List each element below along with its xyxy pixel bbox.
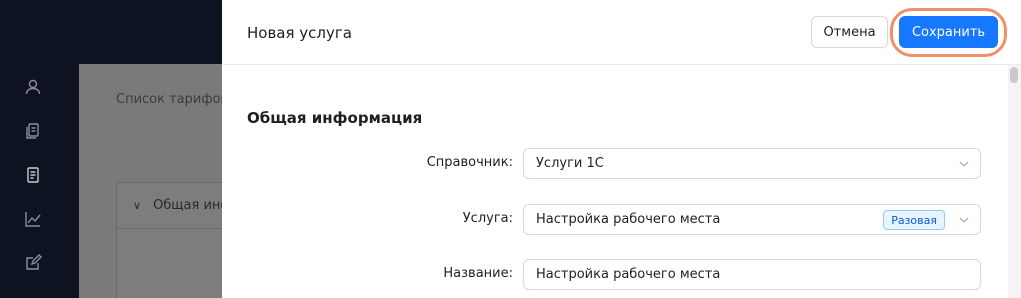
- breadcrumb: Список тарифов: [116, 92, 229, 107]
- name-value: Настройка рабочего места: [536, 267, 721, 282]
- one-time-tag: Разовая: [883, 210, 945, 230]
- user-icon[interactable]: [24, 78, 42, 96]
- name-input[interactable]: Настройка рабочего места: [523, 259, 981, 290]
- cancel-button[interactable]: Отмена: [811, 16, 888, 48]
- service-value: Настройка рабочего места: [536, 212, 721, 227]
- drawer-title: Новая услуга: [247, 24, 352, 42]
- save-button[interactable]: Сохранить: [899, 16, 998, 48]
- directory-select[interactable]: Услуги 1С: [523, 148, 981, 179]
- service-label: Услуга:: [462, 211, 513, 226]
- sidebar: [0, 0, 79, 298]
- directory-label: Справочник:: [426, 155, 513, 170]
- scrollbar[interactable]: [1008, 65, 1021, 298]
- edit-icon[interactable]: [24, 254, 42, 272]
- directory-value: Услуги 1С: [536, 156, 604, 171]
- name-label: Название:: [443, 266, 513, 281]
- new-service-drawer: Новая услуга Отмена Сохранить Общая инфо…: [222, 0, 1021, 298]
- chevron-down-icon: ∨: [133, 199, 142, 212]
- scrollbar-thumb[interactable]: [1010, 67, 1018, 83]
- chart-icon[interactable]: [24, 210, 42, 228]
- documents-icon[interactable]: [24, 122, 42, 140]
- service-select[interactable]: Настройка рабочего места Разовая: [523, 204, 981, 235]
- chevron-down-icon: [958, 158, 970, 170]
- section-title: Общая информация: [247, 109, 423, 127]
- drawer-header: Новая услуга Отмена Сохранить: [222, 0, 1021, 65]
- invoice-icon[interactable]: [24, 166, 42, 184]
- chevron-down-icon: [958, 214, 970, 226]
